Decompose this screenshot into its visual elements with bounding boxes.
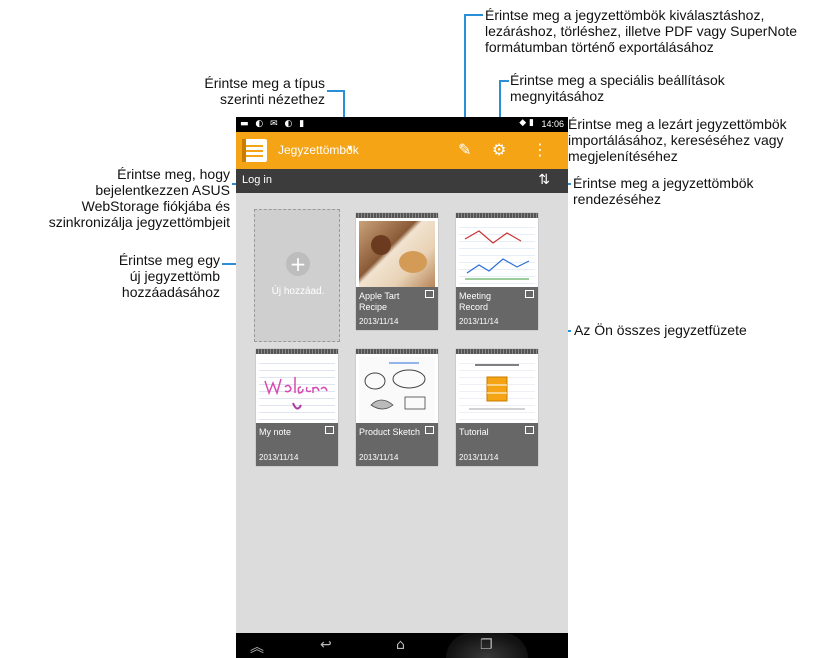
annotation-all: Az Ön összes jegyzetfüzete xyxy=(574,322,747,338)
up-chevron-icon[interactable]: ︽ xyxy=(250,637,264,657)
notebook-cover-image xyxy=(359,357,435,423)
tutorial-sketch-icon xyxy=(469,364,525,410)
notebook-title: Apple Tart Recipe xyxy=(359,291,400,312)
notebook-date: 2013/11/14 xyxy=(459,453,499,462)
annotation-settings: Érintse meg a speciális beállítások megny… xyxy=(510,72,725,104)
notebook-cover-image xyxy=(459,221,535,287)
signal-battery-icons: ◆ ▮ xyxy=(519,118,534,128)
add-notebook-tile[interactable]: + Új hozzáad. xyxy=(254,209,340,342)
overflow-menu-icon[interactable]: ⋮ xyxy=(532,140,548,160)
notebook-title: Meeting Record xyxy=(459,291,492,312)
notebook-type-icon xyxy=(525,426,534,434)
annotation-select: Érintse meg a jegyzettömbök kiválasztásh… xyxy=(485,7,798,55)
add-notebook-label: Új hozzáad. xyxy=(271,286,325,297)
spiral-binding xyxy=(456,349,538,354)
spiral-binding xyxy=(356,213,438,218)
notebook-date: 2013/11/14 xyxy=(459,317,499,326)
edit-select-icon[interactable]: ✎ xyxy=(458,140,471,160)
recent-apps-icon[interactable]: ❐ xyxy=(480,637,493,653)
annotation-login: Érintse meg, hogy bejelentkezzen ASUS WebS… xyxy=(48,166,230,230)
notebook-apple-tart-recipe[interactable]: Apple Tart Recipe 2013/11/14 xyxy=(356,213,438,330)
home-icon[interactable]: ⌂ xyxy=(396,637,405,653)
welcome-handwriting-icon xyxy=(264,377,328,410)
navigation-bar: ︽ ↩ ⌂ ❐ xyxy=(236,633,568,658)
login-bar: Log in ⇅ xyxy=(236,169,568,193)
login-button[interactable]: Log in xyxy=(242,174,272,186)
notebook-type-icon xyxy=(425,290,434,298)
annotation-locked: Érintse meg a lezárt jegyzettömbök import… xyxy=(568,116,787,164)
sort-icon[interactable]: ⇅ xyxy=(538,172,550,188)
notebook-cover-image xyxy=(459,357,535,423)
spiral-binding xyxy=(456,213,538,218)
notebook-date: 2013/11/14 xyxy=(259,453,299,462)
notebook-cover-image xyxy=(359,221,435,287)
notebook-type-icon xyxy=(525,290,534,298)
notebook-date: 2013/11/14 xyxy=(359,453,399,462)
notebook-date: 2013/11/14 xyxy=(359,317,399,326)
action-bar: Jegyzettömbök ▼ ✎ ⚙ ⋮ xyxy=(236,132,568,169)
notebook-title: My note xyxy=(259,427,292,437)
app-icon[interactable] xyxy=(242,139,267,162)
notebook-title: Tutorial xyxy=(459,427,489,437)
chevron-down-icon[interactable]: ▼ xyxy=(346,144,354,153)
notebook-cover-image xyxy=(259,357,335,423)
notebook-my-note[interactable]: My note 2013/11/14 xyxy=(256,349,338,466)
plus-icon: + xyxy=(286,252,310,276)
status-bar: ▬ ◐ ✉ ◐ ▮ ◆ ▮ 14:06 xyxy=(236,117,568,132)
product-sketch-icon xyxy=(364,362,426,410)
spiral-binding xyxy=(356,349,438,354)
notification-icons: ▬ ◐ ✉ ◐ ▮ xyxy=(240,119,307,129)
spiral-binding xyxy=(256,349,338,354)
meeting-sketch-icon xyxy=(464,230,530,280)
notebook-title: Product Sketch xyxy=(359,427,421,437)
annotation-add: Érintse meg egy új jegyzettömb hozzáadásáh… xyxy=(118,252,220,300)
notebook-type-icon xyxy=(325,426,334,434)
notebook-product-sketch[interactable]: Product Sketch 2013/11/14 xyxy=(356,349,438,466)
status-time: 14:06 xyxy=(541,119,564,129)
annotation-sort: Érintse meg a jegyzettömbök rendezéséhez xyxy=(573,175,754,207)
notebook-tutorial[interactable]: Tutorial 2013/11/14 xyxy=(456,349,538,466)
back-icon[interactable]: ↩ xyxy=(320,637,332,653)
tablet-screen: ▬ ◐ ✉ ◐ ▮ ◆ ▮ 14:06 Jegyzettömbök ▼ ✎ ⚙ … xyxy=(236,117,568,658)
notebook-type-icon xyxy=(425,426,434,434)
gear-icon[interactable]: ⚙ xyxy=(492,140,506,160)
annotation-type-view: Érintse meg a típus szerinti nézethez xyxy=(204,75,325,107)
notebook-meeting-record[interactable]: Meeting Record 2013/11/14 xyxy=(456,213,538,330)
